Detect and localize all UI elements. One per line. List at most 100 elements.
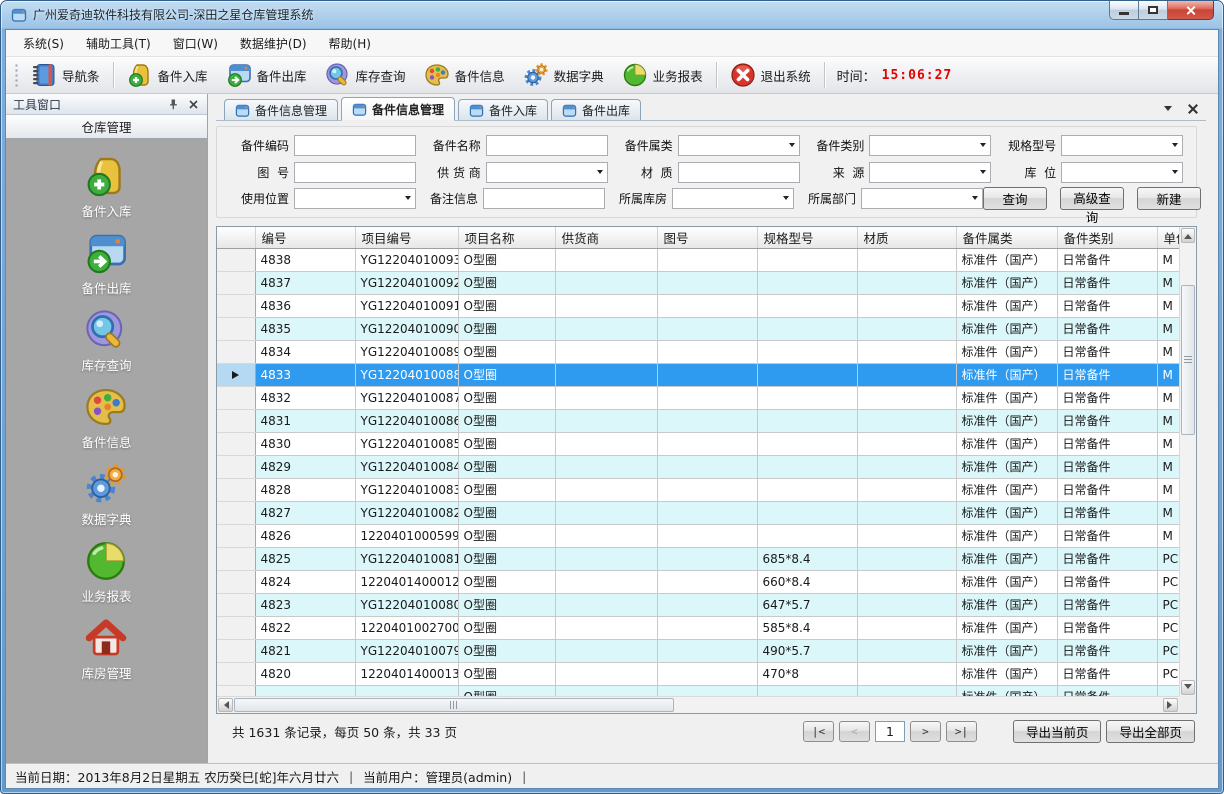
menu-item-aux-tools[interactable]: 辅助工具(T) xyxy=(75,31,162,56)
column-header-spec-model[interactable]: 规格型号 xyxy=(757,227,857,248)
toolbar-part-inbound-button[interactable]: 备件入库 xyxy=(118,60,217,90)
supplier-select[interactable] xyxy=(486,162,608,183)
toolbar-stock-query-button[interactable]: 库存查询 xyxy=(316,60,415,90)
export-all-pages-button[interactable]: 导出全部页 xyxy=(1106,720,1195,743)
use-position-select[interactable] xyxy=(294,188,416,209)
location-select[interactable] xyxy=(1061,162,1183,183)
table-row-4838[interactable]: 4838YG12204010093O型圈标准件（国产）日常备件M xyxy=(217,248,1179,271)
scroll-right-arrow-icon[interactable] xyxy=(1163,698,1178,712)
prev-page-button[interactable]: < xyxy=(839,721,870,742)
column-header-supplier[interactable]: 供货商 xyxy=(555,227,657,248)
export-current-page-button[interactable]: 导出当前页 xyxy=(1013,720,1102,743)
row-selector[interactable] xyxy=(217,363,255,386)
table-row-4825[interactable]: 4825YG12204010081O型圈685*8.4标准件（国产）日常备件PC xyxy=(217,547,1179,570)
material-input[interactable] xyxy=(678,162,800,183)
department-select[interactable] xyxy=(861,188,983,209)
new-button[interactable]: 新建 xyxy=(1137,187,1201,210)
sidebar-item-business-report[interactable]: 业务报表 xyxy=(81,539,131,605)
warehouse-select[interactable] xyxy=(672,188,794,209)
row-selector[interactable] xyxy=(217,432,255,455)
row-selector[interactable] xyxy=(217,616,255,639)
sidebar-item-warehouse-management[interactable]: 库房管理 xyxy=(81,616,131,682)
tab-list-dropdown-icon[interactable] xyxy=(1160,101,1175,116)
tab-close-icon[interactable] xyxy=(1185,101,1200,116)
row-selector[interactable] xyxy=(217,593,255,616)
source-select[interactable] xyxy=(869,162,991,183)
table-row-4834[interactable]: 4834YG12204010089O型圈标准件（国产）日常备件M xyxy=(217,340,1179,363)
horizontal-scroll-thumb[interactable] xyxy=(234,698,674,712)
vertical-scroll-thumb[interactable] xyxy=(1181,285,1195,435)
scroll-left-arrow-icon[interactable] xyxy=(218,698,233,712)
table-row-4831[interactable]: 4831YG12204010086O型圈标准件（国产）日常备件M xyxy=(217,409,1179,432)
spec-model-select[interactable] xyxy=(1061,135,1183,156)
pin-icon[interactable] xyxy=(167,98,180,111)
row-selector[interactable] xyxy=(217,570,255,593)
toolbar-business-report-button[interactable]: 业务报表 xyxy=(613,60,712,90)
page-number-input[interactable]: 1 xyxy=(875,721,905,742)
row-selector[interactable] xyxy=(217,386,255,409)
tab-part-outbound[interactable]: 备件出库 xyxy=(551,99,641,120)
scroll-down-arrow-icon[interactable] xyxy=(1181,680,1195,695)
table-row-4820[interactable]: 48201220401400013O型圈470*8标准件（国产）日常备件PC xyxy=(217,662,1179,685)
menu-item-help[interactable]: 帮助(H) xyxy=(318,31,382,56)
table-row-4830[interactable]: 4830YG12204010085O型圈标准件（国产）日常备件M xyxy=(217,432,1179,455)
drawing-no-input[interactable] xyxy=(294,162,416,183)
column-header-project-no[interactable]: 项目编号 xyxy=(355,227,458,248)
toolbar-navigator-button[interactable]: 导航条 xyxy=(22,60,109,90)
toolbar-part-info-button[interactable]: 备件信息 xyxy=(415,60,514,90)
part-class-select[interactable] xyxy=(869,135,991,156)
row-selector[interactable] xyxy=(217,340,255,363)
row-selector[interactable] xyxy=(217,271,255,294)
part-code-input[interactable] xyxy=(294,135,416,156)
tool-window-close-icon[interactable] xyxy=(187,98,200,111)
row-selector[interactable] xyxy=(217,478,255,501)
row-selector[interactable] xyxy=(217,524,255,547)
toolbar-part-outbound-button[interactable]: 备件出库 xyxy=(217,60,316,90)
row-selector[interactable] xyxy=(217,685,255,696)
part-name-input[interactable] xyxy=(486,135,608,156)
row-selector[interactable] xyxy=(217,409,255,432)
row-selector[interactable] xyxy=(217,317,255,340)
menu-item-system[interactable]: 系统(S) xyxy=(12,31,75,56)
table-row-4824[interactable]: 48241220401400012O型圈660*8.4标准件（国产）日常备件PC xyxy=(217,570,1179,593)
menu-item-data-maintenance[interactable]: 数据维护(D) xyxy=(229,31,318,56)
row-selector[interactable] xyxy=(217,639,255,662)
scroll-up-arrow-icon[interactable] xyxy=(1181,228,1195,243)
table-row-partial[interactable]: O型圈标准件（国产）日常备件 xyxy=(217,685,1179,696)
next-page-button[interactable]: > xyxy=(910,721,941,742)
column-header-drawing-no[interactable]: 图号 xyxy=(657,227,757,248)
horizontal-scrollbar[interactable] xyxy=(217,696,1179,713)
table-row-4823[interactable]: 4823YG12204010080O型圈647*5.7标准件（国产）日常备件PC xyxy=(217,593,1179,616)
column-header-part-category[interactable]: 备件属类 xyxy=(956,227,1057,248)
tab-part-inbound[interactable]: 备件入库 xyxy=(458,99,548,120)
toolbar-exit-system-button[interactable]: 退出系统 xyxy=(721,60,820,90)
table-row-4829[interactable]: 4829YG12204010084O型圈标准件（国产）日常备件M xyxy=(217,455,1179,478)
column-header-unit[interactable]: 单位 xyxy=(1157,227,1179,248)
last-page-button[interactable]: >| xyxy=(946,721,977,742)
remark-input[interactable] xyxy=(483,188,605,209)
minimize-button[interactable] xyxy=(1109,1,1139,20)
row-selector[interactable] xyxy=(217,662,255,685)
vertical-scrollbar[interactable] xyxy=(1179,227,1196,696)
table-row-4827[interactable]: 4827YG12204010082O型圈标准件（国产）日常备件M xyxy=(217,501,1179,524)
sidebar-item-stock-query[interactable]: 库存查询 xyxy=(81,308,131,374)
sidebar-item-part-inbound[interactable]: 备件入库 xyxy=(81,154,131,220)
advanced-query-button[interactable]: 高级查询 xyxy=(1060,187,1124,210)
column-header-material[interactable]: 材质 xyxy=(857,227,956,248)
table-row-4822[interactable]: 48221220401002700O型圈585*8.4标准件（国产）日常备件PC xyxy=(217,616,1179,639)
table-row-4836[interactable]: 4836YG12204010091O型圈标准件（国产）日常备件M xyxy=(217,294,1179,317)
tab-part-info-mgmt-2[interactable]: 备件信息管理 xyxy=(341,97,455,121)
row-selector[interactable] xyxy=(217,501,255,524)
sidebar-item-part-info[interactable]: 备件信息 xyxy=(81,385,131,451)
toolbar-drag-handle-icon[interactable] xyxy=(13,62,19,88)
row-selector[interactable] xyxy=(217,455,255,478)
column-header-project-name[interactable]: 项目名称 xyxy=(458,227,555,248)
table-row-4832[interactable]: 4832YG12204010087O型圈标准件（国产）日常备件M xyxy=(217,386,1179,409)
column-header-no[interactable]: 编号 xyxy=(255,227,355,248)
table-row-4833[interactable]: 4833YG12204010088O型圈标准件（国产）日常备件M xyxy=(217,363,1179,386)
maximize-button[interactable] xyxy=(1139,1,1168,20)
sidebar-item-part-outbound[interactable]: 备件出库 xyxy=(81,231,131,297)
close-button[interactable] xyxy=(1168,1,1214,20)
first-page-button[interactable]: |< xyxy=(803,721,834,742)
table-row-4828[interactable]: 4828YG12204010083O型圈标准件（国产）日常备件M xyxy=(217,478,1179,501)
